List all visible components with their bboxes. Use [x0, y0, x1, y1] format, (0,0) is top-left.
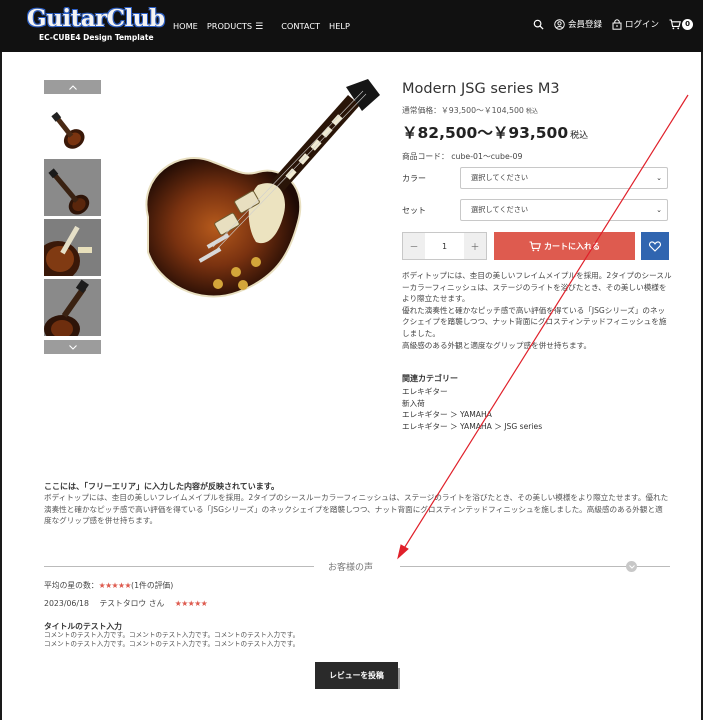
product-description: ボディトップには、杢目の美しいフレイムメイプルを採用。2タイプのシースルーカラー…	[402, 270, 672, 351]
color-select[interactable]: 選択してください ⌄	[460, 167, 668, 189]
review-body-line: コメントのテスト入力です。コメントのテスト入力です。コメントのテスト入力です。	[44, 639, 300, 648]
review-average-stars: ★★★★★	[98, 581, 132, 590]
review-average-label: 平均の星の数：	[44, 581, 99, 590]
guitar-thumbnail-image	[51, 111, 85, 149]
cart-count-badge: 0	[682, 18, 693, 30]
review-body: コメントのテスト入力です。コメントのテスト入力です。コメントのテスト入力です。 …	[44, 631, 299, 649]
color-select-value: 選択してください	[471, 173, 529, 182]
thumb-next-button[interactable]	[44, 340, 101, 354]
review-section-title: お客様の声	[328, 563, 374, 573]
site-logo[interactable]: GuitarClub EC-CUBE4 Design Template	[27, 5, 165, 44]
category-link[interactable]: 新入荷	[402, 398, 542, 410]
nav-products-label: PRODUCTS	[206, 21, 253, 31]
add-to-cart-label: カートに入れる	[544, 241, 600, 251]
review-date: 2023/06/18	[44, 599, 89, 608]
logo-wordmark: GuitarClub	[27, 5, 165, 32]
login-label: ログイン	[624, 20, 659, 30]
search-button[interactable]	[533, 19, 544, 30]
user-circle-icon	[554, 18, 565, 30]
search-icon	[533, 19, 544, 30]
post-review-button[interactable]: レビューを投稿	[315, 662, 398, 689]
sale-price: ￥82,500～￥93,500 税込	[402, 121, 588, 143]
logo-subtitle: EC-CUBE4 Design Template	[39, 33, 154, 42]
product-code: 商品コード： cube-01～cube-09	[402, 152, 523, 161]
login-link[interactable]: ログイン	[612, 18, 659, 30]
description-paragraph: 高級感のある外観と適度なグリップ感を併せ持ちます。	[402, 340, 592, 350]
description-paragraph: ボディトップには、杢目の美しいフレイムメイプルを採用。2タイプのシースルーカラー…	[402, 271, 672, 304]
set-select-value: 選択してください	[471, 205, 529, 214]
post-review-button-edge	[398, 668, 400, 689]
thumb-prev-button[interactable]	[44, 80, 101, 94]
quantity-decrease-button[interactable]: －	[403, 233, 425, 259]
product-main-image	[118, 77, 383, 342]
thumbnail-1[interactable]	[44, 98, 101, 155]
thumbnail-4[interactable]	[44, 279, 101, 336]
chevron-down-icon: ⌄	[656, 174, 662, 182]
normal-price: 通常価格：￥93,500～￥104,500 税込	[402, 105, 538, 116]
chevron-down-icon	[68, 344, 77, 350]
favorite-button[interactable]	[641, 232, 669, 260]
cart-link[interactable]: 0	[669, 18, 693, 30]
category-link[interactable]: エレキギター ＞ YAMAHA	[402, 409, 542, 421]
add-to-cart-button[interactable]: カートに入れる	[494, 232, 635, 260]
guitar-thumbnail-image	[44, 279, 101, 336]
cart-icon	[669, 18, 681, 29]
member-register-link[interactable]: 会員登録	[554, 18, 602, 30]
category-link[interactable]: エレキギター ＞ YAMAHA ＞ JSG series	[402, 421, 542, 433]
review-body-line: コメントのテスト入力です。コメントのテスト入力です。コメントのテスト入力です。	[44, 631, 300, 639]
review-stars: ★★★★★	[174, 599, 208, 608]
sale-price-value: ￥82,500～￥93,500	[402, 124, 569, 142]
guitar-thumbnail-image	[44, 219, 101, 276]
category-link[interactable]: エレキギター	[402, 386, 542, 398]
set-select[interactable]: 選択してください ⌄	[460, 199, 668, 221]
frame-left-border	[0, 0, 2, 720]
nav-products[interactable]: PRODUCTS ☰	[207, 21, 272, 32]
free-area-text: ボディトップには、杢目の美しいフレイムメイプルを採用。2タイプのシースルーカラー…	[44, 493, 669, 526]
review-count: (1件の評価)	[131, 581, 174, 590]
header-utilities: 会員登録 ログイン 0	[523, 18, 693, 30]
cart-icon	[529, 240, 541, 251]
guitar-thumbnail-image	[44, 159, 101, 216]
review-item-meta: 2023/06/18 テストタロウ さん ★★★★★	[44, 598, 215, 609]
guitar-image	[145, 79, 380, 298]
quantity-stepper: － 1 ＋	[402, 232, 487, 260]
thumbnail-3[interactable]	[44, 219, 101, 276]
review-divider-left	[44, 566, 314, 567]
heart-icon	[649, 240, 661, 252]
review-average: 平均の星の数：★★★★★(1件の評価)	[44, 580, 173, 591]
normal-price-label: 通常価格：￥93,500～￥104,500	[402, 106, 524, 115]
product-title: Modern JSG series M3	[402, 81, 560, 97]
chevron-down-icon: ⌄	[656, 206, 662, 214]
chevron-up-icon	[68, 84, 77, 90]
color-option-label: カラー	[402, 174, 426, 183]
description-paragraph: 優れた演奏性と確かなピッチ感で高い評価を得ている「JSGシリーズ」のネックシェイ…	[402, 305, 667, 338]
free-area-title: ここには、「フリーエリア」に入力した内容が反映されています。	[44, 482, 279, 491]
normal-price-tax: 税込	[525, 108, 538, 115]
review-toggle-button[interactable]	[626, 561, 637, 572]
related-category-list: エレキギター 新入荷 エレキギター ＞ YAMAHA エレキギター ＞ YAMA…	[402, 386, 542, 432]
reviewer-name: テストタロウ さん	[99, 599, 165, 608]
nav-home[interactable]: HOME	[173, 21, 198, 32]
quantity-input[interactable]: 1	[425, 233, 464, 259]
member-register-label: 会員登録	[567, 20, 602, 30]
nav-help[interactable]: HELP	[329, 21, 350, 32]
related-category-heading: 関連カテゴリー	[402, 374, 458, 383]
lock-icon	[612, 19, 622, 30]
thumbnail-2[interactable]	[44, 159, 101, 216]
main-nav: HOME PRODUCTS ☰ CONTACT HELP	[173, 21, 359, 32]
chevron-down-icon	[628, 564, 635, 569]
sale-price-tax: 税込	[570, 131, 589, 141]
site-header: GuitarClub EC-CUBE4 Design Template HOME…	[0, 0, 703, 52]
annotation-arrowhead	[397, 544, 409, 560]
menu-icon: ☰	[255, 22, 264, 32]
nav-contact[interactable]: CONTACT	[281, 21, 320, 32]
quantity-increase-button[interactable]: ＋	[464, 233, 486, 259]
set-option-label: セット	[402, 206, 426, 215]
